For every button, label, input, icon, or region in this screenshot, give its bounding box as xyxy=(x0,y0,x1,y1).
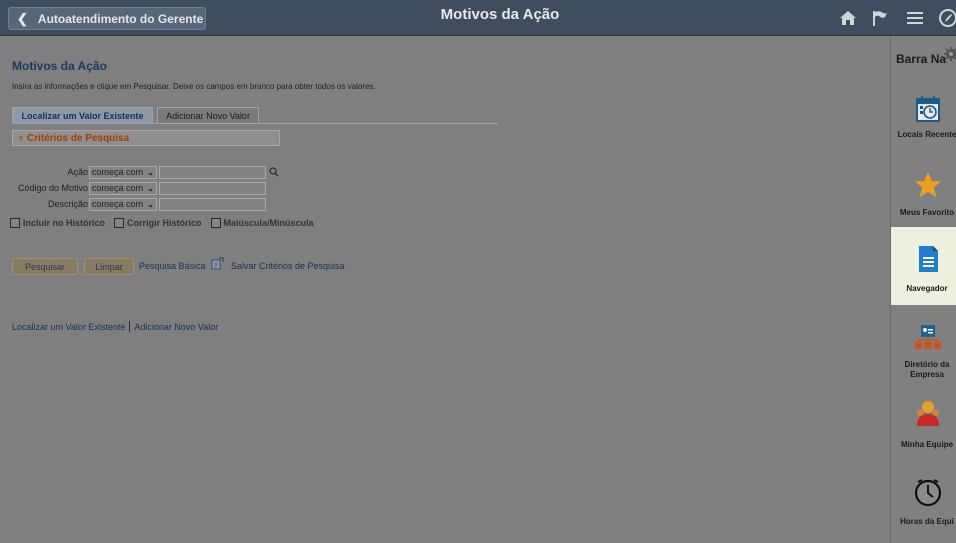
codigo-motivo-input[interactable] xyxy=(159,181,266,195)
save-criteria-link[interactable]: Salvar Critérios de Pesquisa xyxy=(231,261,345,271)
search-button[interactable]: Pesquisar xyxy=(12,258,78,275)
org-chart-icon xyxy=(915,325,941,349)
team-icon xyxy=(917,401,939,426)
nav-label: Locais Recente xyxy=(897,130,956,139)
nav-item-navigator[interactable]: Navegador xyxy=(891,227,956,305)
nav-label: Minha Equipe xyxy=(901,440,953,449)
tab-add-new-label: Adicionar Novo Valor xyxy=(166,111,250,121)
chevron-down-icon: ⌄ xyxy=(147,183,154,193)
checkbox-corrigir-historico[interactable]: Corrigir Histórico xyxy=(114,218,202,228)
chevron-down-icon: ⌄ xyxy=(147,199,154,209)
find-existing-link[interactable]: Localizar um Valor Existente xyxy=(12,322,125,332)
field-label: Ação xyxy=(67,167,88,177)
field-row-codigo-motivo: Código do Motivo começa com ⌄ xyxy=(8,181,266,195)
calendar-clock-icon xyxy=(916,96,940,122)
search-options: Incluir no Histórico Corrigir Histórico … xyxy=(10,216,323,230)
chevron-down-icon: ⌄ xyxy=(147,167,154,177)
operator-select[interactable]: começa com ⌄ xyxy=(89,165,157,179)
nav-label: Horas da Equi xyxy=(900,517,954,526)
nav-item-favorites[interactable]: Meus Favorito xyxy=(891,156,956,234)
search-criteria-header[interactable]: ▼ Critérios de Pesquisa xyxy=(12,130,280,146)
instructions-text: Insira as informações e clique em Pesqui… xyxy=(12,82,376,91)
clear-button[interactable]: Limpar xyxy=(84,258,134,275)
nav-item-my-team[interactable]: Minha Equipe xyxy=(891,389,956,467)
top-header-bar: ❮ Autoatendimento do Gerente Motivos da … xyxy=(0,0,956,36)
back-button-label: Autoatendimento do Gerente xyxy=(37,11,204,26)
checkbox-maiuscula-minuscula[interactable]: Maiúscula/Minúscula xyxy=(210,218,314,228)
nav-label: Empresa xyxy=(910,370,944,379)
checkbox-incluir-historico[interactable]: Incluir no Histórico xyxy=(10,218,105,228)
collapse-triangle-icon: ▼ xyxy=(17,133,25,143)
chevron-left-icon: ❮ xyxy=(17,10,28,26)
menu-icon[interactable] xyxy=(903,6,927,30)
navbar-panel: Barra Na Locais Recente Meus Favorito Na… xyxy=(890,36,956,543)
save-search-icon[interactable] xyxy=(211,257,224,270)
nav-item-company-directory[interactable]: Diretório da Empresa xyxy=(891,311,956,389)
nav-label: Diretório da xyxy=(904,360,950,369)
bottom-links: Localizar um Valor Existente Adicionar N… xyxy=(12,321,218,332)
lookup-search-icon[interactable] xyxy=(269,167,279,177)
add-new-link[interactable]: Adicionar Novo Valor xyxy=(134,322,218,332)
checkbox[interactable] xyxy=(114,218,125,228)
nav-item-team-hours[interactable]: Horas da Equi xyxy=(891,467,956,543)
checkbox[interactable] xyxy=(210,218,221,228)
home-icon[interactable] xyxy=(836,6,860,30)
document-icon xyxy=(919,246,938,272)
tab-underline xyxy=(12,123,498,124)
star-icon xyxy=(915,172,941,197)
acao-input[interactable] xyxy=(159,165,266,179)
flag-icon[interactable] xyxy=(868,6,892,30)
nav-item-recent[interactable]: Locais Recente xyxy=(891,78,956,156)
operator-select[interactable]: começa com ⌄ xyxy=(89,181,157,195)
basic-search-link[interactable]: Pesquisa Básica xyxy=(139,261,206,271)
clock-icon xyxy=(914,479,942,507)
main-content: Motivos da Ação Insira as informações e … xyxy=(8,37,890,543)
nav-label: Meus Favorito xyxy=(899,208,955,217)
page-header-title: Motivos da Ação xyxy=(440,6,560,23)
search-criteria-label: Critérios de Pesquisa xyxy=(26,132,130,144)
back-button[interactable]: ❮ Autoatendimento do Gerente xyxy=(8,7,206,30)
navbar-compass-icon[interactable] xyxy=(936,6,956,30)
field-row-acao: Ação começa com ⌄ xyxy=(8,165,279,179)
tab-find-existing[interactable]: Localizar um Valor Existente xyxy=(12,107,153,124)
link-separator xyxy=(129,321,131,332)
gear-icon[interactable] xyxy=(943,46,956,62)
field-row-descricao: Descrição começa com ⌄ xyxy=(8,197,266,211)
nav-label: Navegador xyxy=(906,284,948,293)
operator-select[interactable]: começa com ⌄ xyxy=(89,197,157,211)
descricao-input[interactable] xyxy=(159,197,266,211)
tab-add-new[interactable]: Adicionar Novo Valor xyxy=(157,107,259,124)
checkbox[interactable] xyxy=(10,218,20,228)
field-label: Descrição xyxy=(47,199,88,209)
field-label: Código do Motivo xyxy=(17,183,88,193)
navbar-title: Barra Na xyxy=(896,52,947,66)
page-title: Motivos da Ação xyxy=(12,59,107,73)
